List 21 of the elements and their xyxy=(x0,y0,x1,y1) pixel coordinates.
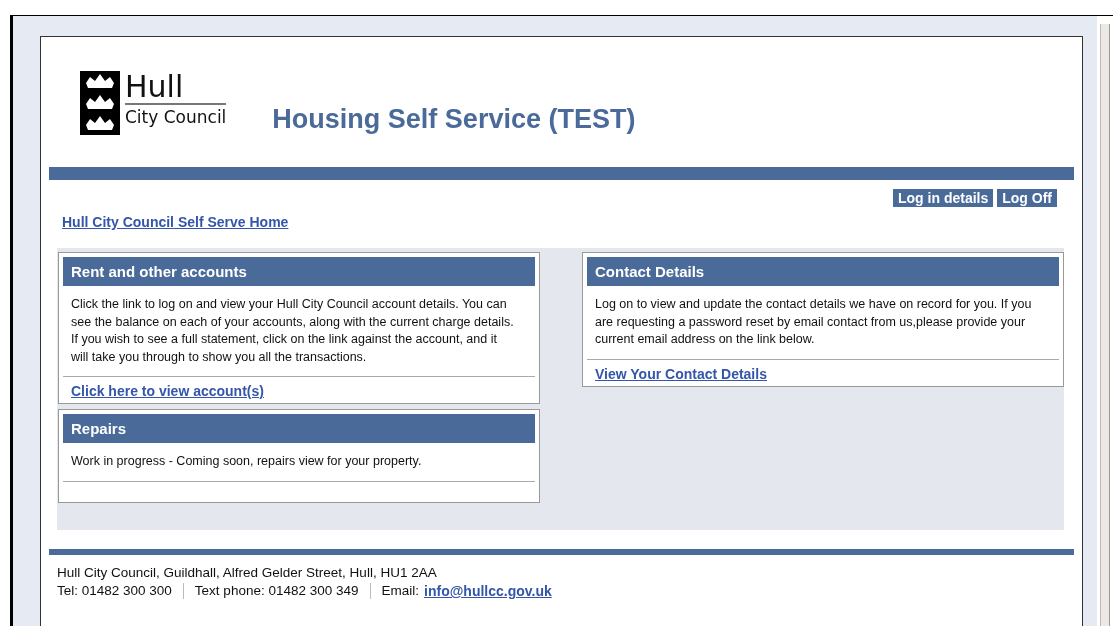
panel-text: Work in progress - Coming soon, repairs view for your property. xyxy=(63,443,535,482)
logo-name: Hull xyxy=(125,71,227,105)
header-button[interactable]: Log Off xyxy=(997,189,1057,207)
home-link[interactable]: Hull City Council Self Serve Home xyxy=(62,214,289,230)
scrollbar[interactable] xyxy=(1100,24,1110,626)
address-text: Hull City Council, Guildhall, Alfred Gelder Street, Hull, HU1 2AA xyxy=(57,565,438,580)
panel-text: Click the link to log on and view your Hull City Council account details. You can see the balance on each of your accounts, along with the current charge details. If you wish to see a full statement, click on the link against the account, and it will take you through to show you all the transactions. xyxy=(63,286,535,377)
panel-link[interactable]: View Your Contact Details xyxy=(595,365,767,382)
panel-heading: Contact Details xyxy=(587,257,1059,286)
panel-heading: Repairs xyxy=(63,414,535,443)
logo-subtitle: City Council xyxy=(125,107,227,127)
contact-text: Tel: 01482 300 300 xyxy=(57,583,172,599)
header-button[interactable]: Log in details xyxy=(893,189,994,207)
panel-text: Log on to view and update the contact details we have on record for you. If you are requesting a password reset by email contact from us,please provide your current email address on the link below. xyxy=(587,286,1059,360)
email-link[interactable]: info@hullcc.gov.uk xyxy=(424,583,552,599)
panel-heading: Rent and other accounts xyxy=(63,257,535,286)
contact-text: Text phone: 01482 300 349 xyxy=(194,583,359,599)
contact-label: Email: xyxy=(381,583,420,599)
crown-crest-icon xyxy=(80,71,120,135)
page-title: Housing Self Service (TEST) xyxy=(272,103,636,135)
panel-link[interactable]: Click here to view account(s) xyxy=(71,383,264,399)
